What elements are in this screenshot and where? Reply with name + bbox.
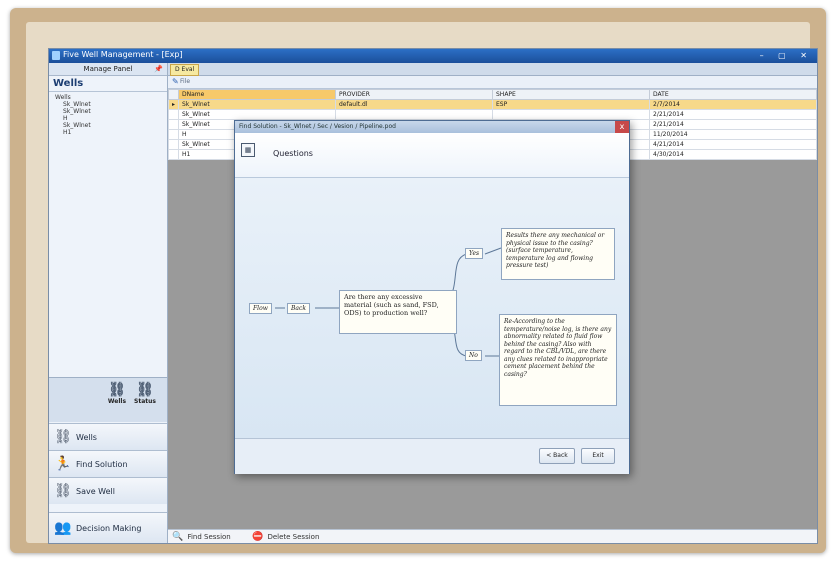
main-question-node[interactable]: Are there any excessive material (such a…	[339, 290, 457, 334]
find-session-button[interactable]: 🔍 Find Session	[172, 532, 231, 542]
status-ribbon-button[interactable]: ⛓ Status	[133, 382, 157, 405]
tree-item[interactable]: Sk_Wlnet	[55, 108, 167, 115]
cell[interactable]	[492, 109, 650, 120]
column-provider[interactable]: PROVIDER	[335, 89, 493, 100]
yes-answer-node[interactable]: Results there any mechanical or physical…	[501, 228, 615, 280]
left-pane: Manage Panel 📌 Wells Wells Sk_Wlnet Sk_W…	[49, 63, 168, 543]
nav-wells[interactable]: ⛓ Wells	[49, 423, 167, 450]
wells-nav-icon: ⛓	[54, 429, 72, 445]
column-shape[interactable]: SHAPE	[492, 89, 650, 100]
nav-decision-making-label: Decision Making	[76, 523, 142, 533]
file-icon[interactable]: ✎	[172, 77, 179, 86]
cell[interactable]: 2/21/2014	[649, 119, 817, 130]
window-controls[interactable]: – ▢ ✕	[760, 51, 813, 60]
cell[interactable]: Sk_Wlnet	[178, 109, 336, 120]
search-icon: 🔍	[172, 532, 184, 542]
row-indicator	[168, 139, 179, 150]
tab-d-eval[interactable]: D Eval	[170, 64, 200, 76]
app-icon	[52, 51, 60, 60]
row-indicator-header	[168, 89, 179, 100]
row-indicator	[168, 109, 179, 120]
cell[interactable]	[335, 109, 493, 120]
grid-header-row: DName PROVIDER SHAPE DATE	[168, 89, 817, 100]
yes-node[interactable]: Yes	[465, 248, 484, 259]
cell[interactable]: 4/30/2014	[649, 149, 817, 160]
runner-icon: 🏃	[54, 456, 72, 472]
table-row[interactable]: Sk_Wlnet 2/21/2014	[168, 109, 817, 120]
current-row-indicator: ▸	[168, 99, 179, 110]
nav-find-solution[interactable]: 🏃 Find Solution	[49, 450, 167, 477]
pin-icon[interactable]: 📌	[154, 63, 163, 75]
wells-ribbon-label: Wells	[107, 398, 127, 405]
cell[interactable]: 4/21/2014	[649, 139, 817, 150]
dialog-title-bar: Find Solution - Sk_Wlnet / Sec / Vesion …	[235, 121, 629, 133]
start-node[interactable]: Flow	[249, 303, 272, 314]
no-answer-node[interactable]: Re-According to the temperature/noise lo…	[499, 314, 617, 406]
back-node[interactable]: Back	[287, 303, 310, 314]
nav-save-well[interactable]: ⛓ Save Well	[49, 477, 167, 504]
toolbar-file-label[interactable]: File	[180, 78, 190, 85]
no-node[interactable]: No	[465, 350, 482, 361]
column-date[interactable]: DATE	[649, 89, 817, 100]
nav-find-solution-label: Find Solution	[76, 459, 128, 469]
find-session-label: Find Session	[187, 533, 231, 541]
delete-session-button[interactable]: ⛔ Delete Session	[252, 532, 319, 542]
row-indicator	[168, 129, 179, 140]
connector	[484, 247, 502, 255]
title-bar: Five Well Management - [Exp] – ▢ ✕	[49, 49, 817, 63]
wells-ribbon-button[interactable]: ⛓ Wells	[105, 382, 129, 405]
window-title: Five Well Management - [Exp]	[63, 50, 183, 59]
exit-button[interactable]: Exit	[581, 448, 615, 464]
dialog-header: ▦ Questions	[235, 133, 629, 178]
people-icon: 👥	[54, 520, 72, 536]
cell[interactable]: Sk_Wlnet	[178, 99, 336, 110]
row-indicator	[168, 149, 179, 160]
cell[interactable]: 11/20/2014	[649, 129, 817, 140]
dialog-footer: < Back Exit	[235, 438, 629, 474]
dialog-title: Find Solution - Sk_Wlnet / Sec / Vesion …	[239, 123, 396, 130]
column-dname[interactable]: DName	[178, 89, 336, 100]
dialog-close-button[interactable]: x	[615, 121, 629, 133]
wells-tree: Wells Sk_Wlnet Sk_Wlnet H Sk_Wlnet H1	[49, 92, 167, 136]
tree-root[interactable]: Wells	[55, 94, 167, 101]
nav-decision-making[interactable]: 👥 Decision Making	[49, 512, 167, 543]
cell[interactable]: ESP	[492, 99, 650, 110]
nav-save-well-label: Save Well	[76, 486, 115, 496]
tree-item[interactable]: H	[55, 115, 167, 122]
decision-tree-canvas: Flow Back Are there any excessive materi…	[235, 178, 629, 438]
nav-wells-label: Wells	[76, 432, 97, 442]
questions-icon: ▦	[241, 143, 255, 157]
find-solution-dialog: Find Solution - Sk_Wlnet / Sec / Vesion …	[234, 120, 630, 474]
wells-icon: ⛓	[108, 382, 126, 398]
delete-session-label: Delete Session	[267, 533, 320, 541]
ribbon-group: ⛓ Wells ⛓ Status	[49, 377, 167, 422]
delete-icon: ⛔	[252, 532, 264, 542]
back-button[interactable]: < Back	[539, 448, 575, 464]
tab-strip: D Eval	[168, 63, 817, 76]
wells-pane-title: Wells	[49, 76, 167, 92]
status-bar: 🔍 Find Session ⛔ Delete Session	[168, 529, 817, 543]
cell[interactable]: 2/21/2014	[649, 109, 817, 120]
dialog-heading: Questions	[273, 149, 313, 158]
row-indicator	[168, 119, 179, 130]
tree-item[interactable]: H1	[55, 129, 167, 136]
cell[interactable]: default.dl	[335, 99, 493, 110]
cell[interactable]: 2/7/2014	[649, 99, 817, 110]
manage-panel-header: Manage Panel 📌	[49, 63, 167, 76]
tree-item[interactable]: Sk_Wlnet	[55, 101, 167, 108]
toolbar: ✎ File	[168, 76, 817, 89]
manage-panel-label: Manage Panel	[83, 65, 133, 73]
tree-item[interactable]: Sk_Wlnet	[55, 122, 167, 129]
table-row[interactable]: ▸ Sk_Wlnet default.dl ESP 2/7/2014	[168, 99, 817, 110]
save-well-icon: ⛓	[54, 483, 72, 499]
status-ribbon-label: Status	[134, 398, 156, 405]
status-icon: ⛓	[136, 382, 154, 398]
